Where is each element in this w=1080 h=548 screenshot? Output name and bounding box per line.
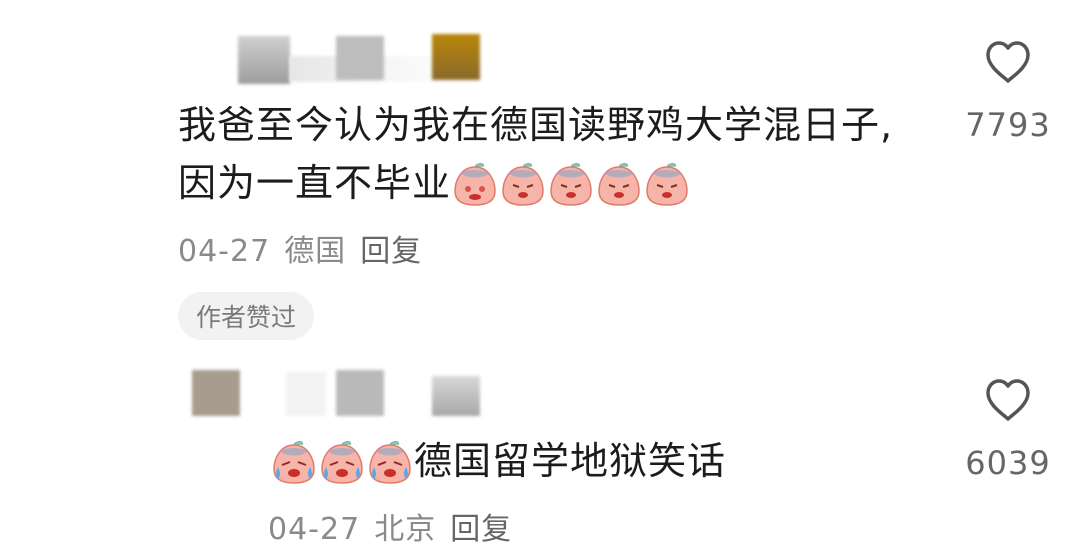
username-redacted	[336, 36, 384, 80]
sad-peach-emoji	[595, 159, 643, 207]
comment-location: 北京	[374, 512, 437, 547]
comment-location: 德国	[284, 234, 347, 269]
comment-line-1: 我爸至今认为我在德国读野鸡大学混日子,	[178, 103, 894, 147]
comment-text: 我爸至今认为我在德国读野鸡大学混日子, 因为一直不毕业	[178, 96, 938, 212]
blushing-peach-emoji	[451, 159, 499, 207]
crying-peach-emoji	[318, 437, 366, 485]
crying-peach-emoji	[366, 437, 414, 485]
like-count: 6039	[965, 444, 1051, 482]
username-redacted[interactable]	[238, 36, 290, 84]
sad-peach-emoji	[643, 159, 691, 207]
comment-meta: 04-27 北京 回复	[268, 504, 526, 548]
author-liked-badge: 作者赞过	[178, 292, 315, 340]
comment-line: 我爸至今认为我在德国读野鸡大学混日子,	[178, 96, 938, 154]
heart-outline-icon[interactable]	[984, 378, 1032, 422]
avatar-redacted[interactable]	[192, 370, 240, 416]
comment-date: 04-27	[268, 512, 361, 547]
like-control[interactable]: 6039	[958, 378, 1058, 482]
reply-button[interactable]: 回复	[360, 234, 422, 269]
comment-text: 德国留学地狱笑话	[270, 432, 726, 490]
username-redacted	[286, 372, 326, 416]
sad-peach-emoji	[547, 159, 595, 207]
crying-peach-emoji	[270, 437, 318, 485]
heart-outline-icon[interactable]	[984, 40, 1032, 84]
like-control[interactable]: 7793	[958, 40, 1058, 144]
comment-date: 04-27	[178, 234, 271, 269]
username-redacted	[336, 370, 384, 416]
reply-button[interactable]: 回复	[450, 512, 512, 547]
like-count: 7793	[965, 106, 1051, 144]
comment-body: 德国留学地狱笑话	[414, 439, 727, 483]
sad-peach-emoji	[499, 159, 547, 207]
avatar-redacted[interactable]	[432, 34, 480, 80]
comment-line-2: 因为一直不毕业	[178, 161, 452, 205]
comment-meta: 04-27 德国 回复	[178, 226, 436, 270]
comment-line: 因为一直不毕业	[178, 154, 938, 212]
username-redacted	[432, 376, 480, 416]
